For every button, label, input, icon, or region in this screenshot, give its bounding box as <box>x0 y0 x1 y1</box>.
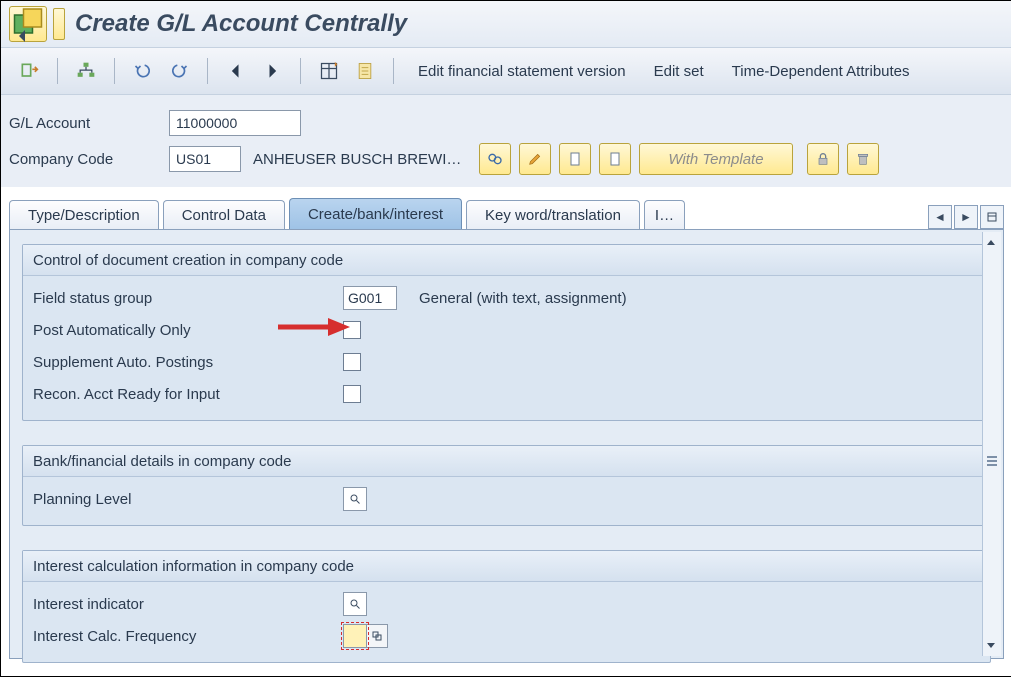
other-account-icon[interactable] <box>15 57 43 85</box>
annotation-arrow-icon <box>276 316 352 342</box>
time-dependent-link[interactable]: Time-Dependent Attributes <box>732 63 910 80</box>
company-code-input[interactable] <box>169 146 241 172</box>
field-status-group-label: Field status group <box>33 290 343 307</box>
supplement-auto-postings-checkbox[interactable] <box>343 353 361 371</box>
scroll-down-icon[interactable] <box>985 638 999 652</box>
lock-icon[interactable] <box>807 143 839 175</box>
with-template-button[interactable]: With Template <box>639 143 792 175</box>
gl-account-input[interactable] <box>169 110 301 136</box>
company-code-label: Company Code <box>9 151 169 168</box>
supplement-auto-postings-label: Supplement Auto. Postings <box>33 354 343 371</box>
interest-calc-frequency-search-help[interactable] <box>367 624 388 648</box>
menu-button[interactable] <box>9 6 47 42</box>
delete-icon[interactable] <box>847 143 879 175</box>
group-control-document-title: Control of document creation in company … <box>23 245 990 276</box>
gl-account-label: G/L Account <box>9 115 169 132</box>
tab-scroll-left-icon[interactable]: ◄ <box>928 205 952 229</box>
recon-acct-ready-checkbox[interactable] <box>343 385 361 403</box>
interest-indicator-label: Interest indicator <box>33 596 343 613</box>
title-drag-handle <box>53 8 65 40</box>
field-status-group-input[interactable] <box>343 286 397 310</box>
focus-outline <box>341 622 369 650</box>
edit-fsv-link[interactable]: Edit financial statement version <box>418 63 626 80</box>
interest-indicator-search-help[interactable] <box>343 592 367 616</box>
tab-scroll-right-icon[interactable]: ► <box>954 205 978 229</box>
copy-doc-icon[interactable] <box>599 143 631 175</box>
page-title: Create G/L Account Centrally <box>75 10 407 38</box>
edit-set-link[interactable]: Edit set <box>654 63 704 80</box>
recon-acct-ready-label: Recon. Acct Ready for Input <box>33 386 343 403</box>
undo-icon[interactable] <box>129 57 157 85</box>
scroll-grip-icon[interactable] <box>987 454 997 468</box>
planning-level-label: Planning Level <box>33 491 343 508</box>
tab-type-description[interactable]: Type/Description <box>9 200 159 229</box>
scroll-up-icon[interactable] <box>985 236 999 250</box>
tab-overflow[interactable]: I… <box>644 200 685 229</box>
company-code-desc: ANHEUSER BUSCH BREWI… <box>253 151 461 168</box>
hierarchy-icon[interactable] <box>72 57 100 85</box>
interest-calc-frequency-label: Interest Calc. Frequency <box>33 628 343 645</box>
group-bank-financial-title: Bank/financial details in company code <box>23 446 990 477</box>
field-status-group-desc: General (with text, assignment) <box>419 290 627 307</box>
tab-key-word-translation[interactable]: Key word/translation <box>466 200 640 229</box>
previous-icon[interactable] <box>222 57 250 85</box>
edit-icon[interactable] <box>519 143 551 175</box>
new-doc-icon[interactable] <box>559 143 591 175</box>
tab-list-icon[interactable] <box>980 205 1004 229</box>
next-icon[interactable] <box>258 57 286 85</box>
group-interest-calc-title: Interest calculation information in comp… <box>23 551 990 582</box>
layout-icon[interactable] <box>315 57 343 85</box>
planning-level-search-help[interactable] <box>343 487 367 511</box>
tab-control-data[interactable]: Control Data <box>163 200 285 229</box>
display-icon[interactable] <box>479 143 511 175</box>
redo-icon[interactable] <box>165 57 193 85</box>
tab-create-bank-interest[interactable]: Create/bank/interest <box>289 198 462 229</box>
tab-body-scrollbar[interactable] <box>982 232 1001 656</box>
document-icon[interactable] <box>351 57 379 85</box>
